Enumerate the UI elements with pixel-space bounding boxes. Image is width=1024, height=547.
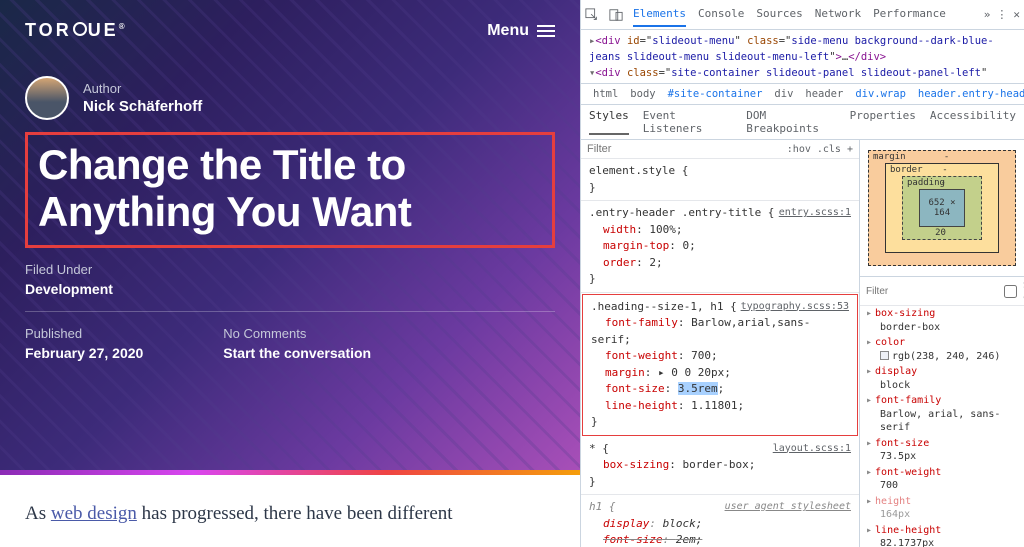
computed-pane: margin- border- padding- 652 × 164 20 Sh… <box>860 140 1024 547</box>
author-label: Author <box>83 81 202 96</box>
tab-network[interactable]: Network <box>815 2 861 27</box>
comments-label: No Comments <box>223 326 371 341</box>
styles-filter-input[interactable] <box>587 143 781 155</box>
devtools-toolbar: Elements Console Sources Network Perform… <box>581 0 1024 30</box>
devtools-panel: Elements Console Sources Network Perform… <box>580 0 1024 547</box>
published-label: Published <box>25 326 143 341</box>
tab-elements[interactable]: Elements <box>633 2 686 27</box>
new-rule-button[interactable]: + <box>847 144 853 155</box>
avatar[interactable] <box>25 76 69 120</box>
top-bar: TORUE® Menu <box>25 20 555 41</box>
close-devtools-icon[interactable]: ✕ <box>1013 8 1020 21</box>
source-link[interactable]: typography.scss:53 <box>741 299 849 314</box>
source-link[interactable]: entry.scss:1 <box>779 205 851 220</box>
content-text: has progressed, there have been differen… <box>137 503 453 524</box>
page-title: Change the Title to Anything You Want <box>38 141 542 235</box>
box-content: 652 × 164 <box>919 189 965 227</box>
styles-rules-pane[interactable]: :hov .cls + element.style {} entry.scss:… <box>581 140 860 547</box>
menu-label: Menu <box>487 22 529 40</box>
crumb[interactable]: header.entry-header <box>912 87 1024 101</box>
devtools-tabs: Elements Console Sources Network Perform… <box>633 2 974 27</box>
website-preview: TORUE® Menu Author Nick Schäferhoff Chan… <box>0 0 580 547</box>
rule-entry-title[interactable]: entry.scss:1 .entry-header .entry-title … <box>581 201 859 293</box>
site-logo[interactable]: TORUE® <box>25 20 128 41</box>
title-highlight-box: Change the Title to Anything You Want <box>25 132 555 248</box>
menu-button[interactable]: Menu <box>487 22 555 40</box>
crumb[interactable]: div.wrap <box>849 87 912 101</box>
rule-universal[interactable]: layout.scss:1 * { box-sizing: border-box… <box>581 437 859 496</box>
tab-sources[interactable]: Sources <box>756 2 802 27</box>
box-model-diagram[interactable]: margin- border- padding- 652 × 164 20 <box>860 140 1024 277</box>
subtab-styles[interactable]: Styles <box>589 109 629 135</box>
subtab-event-listeners[interactable]: Event Listeners <box>643 109 732 135</box>
rule-ua-h1[interactable]: user agent stylesheet h1 { display: bloc… <box>581 495 859 547</box>
subtab-accessibility[interactable]: Accessibility <box>930 109 1016 135</box>
kebab-icon[interactable]: ⋮ <box>996 8 1007 21</box>
meta-row: Published February 27, 2020 No Comments … <box>25 326 555 361</box>
styles-tabs: Styles Event Listeners DOM Breakpoints P… <box>581 105 1024 140</box>
source-link[interactable]: layout.scss:1 <box>773 441 851 456</box>
styles-body: :hov .cls + element.style {} entry.scss:… <box>581 140 1024 547</box>
dom-tree[interactable]: ▸<div id="slideout-menu" class="side-men… <box>581 30 1024 84</box>
author-name[interactable]: Nick Schäferhoff <box>83 98 202 115</box>
hamburger-icon <box>537 25 555 37</box>
computed-filter-input[interactable] <box>866 286 998 297</box>
author-box: Author Nick Schäferhoff <box>25 76 555 120</box>
cls-toggle[interactable]: .cls <box>817 144 841 155</box>
rule-element-style[interactable]: element.style {} <box>581 159 859 201</box>
more-tabs-icon[interactable]: » <box>984 8 991 21</box>
web-design-link[interactable]: web design <box>51 503 137 524</box>
crumb[interactable]: div <box>768 87 799 101</box>
computed-list[interactable]: ▸box-sizingborder-box▸colorrgb(238, 240,… <box>860 306 1024 547</box>
subtab-dom-breakpoints[interactable]: DOM Breakpoints <box>746 109 835 135</box>
article-content: As web design has progressed, there have… <box>0 475 580 547</box>
crumb[interactable]: body <box>624 87 661 101</box>
rule-heading-highlighted[interactable]: typography.scss:53 .heading--size-1, h1 … <box>582 294 858 436</box>
crumb[interactable]: header <box>799 87 849 101</box>
inspect-icon[interactable] <box>585 8 599 22</box>
show-all-checkbox[interactable] <box>1004 285 1017 298</box>
content-text: As <box>25 503 51 524</box>
hero-header: TORUE® Menu Author Nick Schäferhoff Chan… <box>0 0 580 470</box>
tab-console[interactable]: Console <box>698 2 744 27</box>
dom-breadcrumb[interactable]: html body #site-container div header div… <box>581 84 1024 105</box>
filed-under-value[interactable]: Development <box>25 281 555 297</box>
device-toggle-icon[interactable] <box>609 8 623 22</box>
divider <box>25 311 555 312</box>
comments-link[interactable]: Start the conversation <box>223 345 371 361</box>
source-link: user agent stylesheet <box>725 499 851 514</box>
subtab-properties[interactable]: Properties <box>850 109 916 135</box>
filed-under-label: Filed Under <box>25 262 555 277</box>
published-value: February 27, 2020 <box>25 345 143 361</box>
hov-toggle[interactable]: :hov <box>787 144 811 155</box>
crumb[interactable]: html <box>587 87 624 101</box>
logo-text: TORUE® <box>25 20 128 41</box>
tab-performance[interactable]: Performance <box>873 2 946 27</box>
crumb[interactable]: #site-container <box>662 87 769 101</box>
